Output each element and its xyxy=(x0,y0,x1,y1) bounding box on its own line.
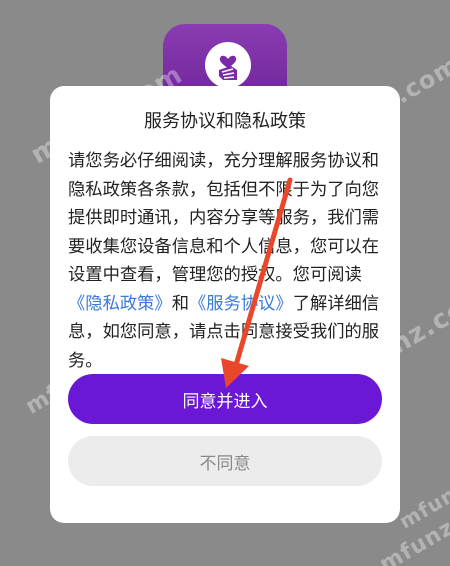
body-text-and: 和 xyxy=(171,293,189,314)
body-text: 请您务必仔细阅读，充分理解服务协议和隐私政策各条款，包括但不限于为了向您提供即时… xyxy=(68,151,380,285)
dialog-body: 请您务必仔细阅读，充分理解服务协议和隐私政策各条款，包括但不限于为了向您提供即时… xyxy=(68,147,386,375)
dialog-title: 服务协议和隐私政策 xyxy=(144,111,306,132)
screen: mfunz.com mfunz.com mfunz.com mfunz.com … xyxy=(0,0,450,566)
agree-and-enter-button[interactable]: 同意并进入 xyxy=(68,374,382,424)
heart-hand-icon xyxy=(219,55,237,80)
agreement-dialog: 服务协议和隐私政策 请您务必仔细阅读，充分理解服务协议和隐私政策各条款，包括但不… xyxy=(50,86,400,523)
watermark: mfunz.com xyxy=(394,446,450,534)
disagree-button[interactable]: 不同意 xyxy=(68,436,382,486)
service-agreement-link[interactable]: 《服务协议》 xyxy=(189,294,293,314)
privacy-policy-link[interactable]: 《隐私政策》 xyxy=(68,294,172,314)
